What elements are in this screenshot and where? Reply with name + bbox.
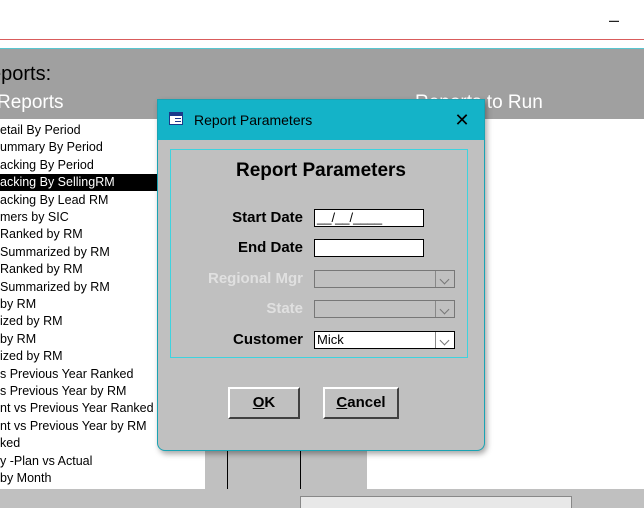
start-date-field[interactable]: __/__/____ bbox=[314, 209, 424, 227]
chevron-down-icon bbox=[435, 271, 454, 287]
regional-mgr-combo bbox=[314, 270, 455, 288]
report-list-item[interactable]: y -Plan vs Actual bbox=[0, 453, 205, 470]
minimize-button[interactable]: – bbox=[598, 6, 630, 34]
report-list-item[interactable]: by Month bbox=[0, 470, 205, 487]
reports-label: eports: bbox=[0, 63, 52, 85]
state-label: State bbox=[266, 300, 303, 317]
dialog-heading: Report Parameters bbox=[235, 160, 407, 181]
regional-mgr-label: Regional Mgr bbox=[207, 270, 303, 287]
chevron-down-icon[interactable] bbox=[435, 332, 454, 348]
customer-combo[interactable]: Mick bbox=[314, 331, 455, 349]
window-title-bar: – bbox=[0, 0, 644, 40]
customer-label: Customer bbox=[232, 331, 303, 348]
dialog-title: Report Parameters bbox=[194, 112, 313, 128]
available-reports-title: Reports bbox=[0, 92, 64, 113]
start-date-label: Start Date bbox=[232, 209, 303, 226]
state-combo bbox=[314, 300, 455, 318]
ok-button[interactable]: OK bbox=[228, 387, 300, 419]
end-date-field[interactable] bbox=[314, 239, 424, 257]
close-icon[interactable]: ✕ bbox=[448, 106, 476, 134]
end-date-label: End Date bbox=[237, 239, 303, 256]
report-parameters-dialog: Report Parameters ✕ Report Parameters St… bbox=[157, 99, 485, 451]
dialog-title-bar[interactable]: Report Parameters ✕ bbox=[158, 100, 484, 140]
window-separator bbox=[0, 40, 644, 49]
customer-value: Mick bbox=[317, 332, 344, 347]
form-icon bbox=[169, 112, 183, 125]
chevron-down-icon bbox=[435, 301, 454, 317]
bottom-scrollbar[interactable] bbox=[300, 496, 572, 508]
cancel-button[interactable]: Cancel bbox=[323, 387, 399, 419]
